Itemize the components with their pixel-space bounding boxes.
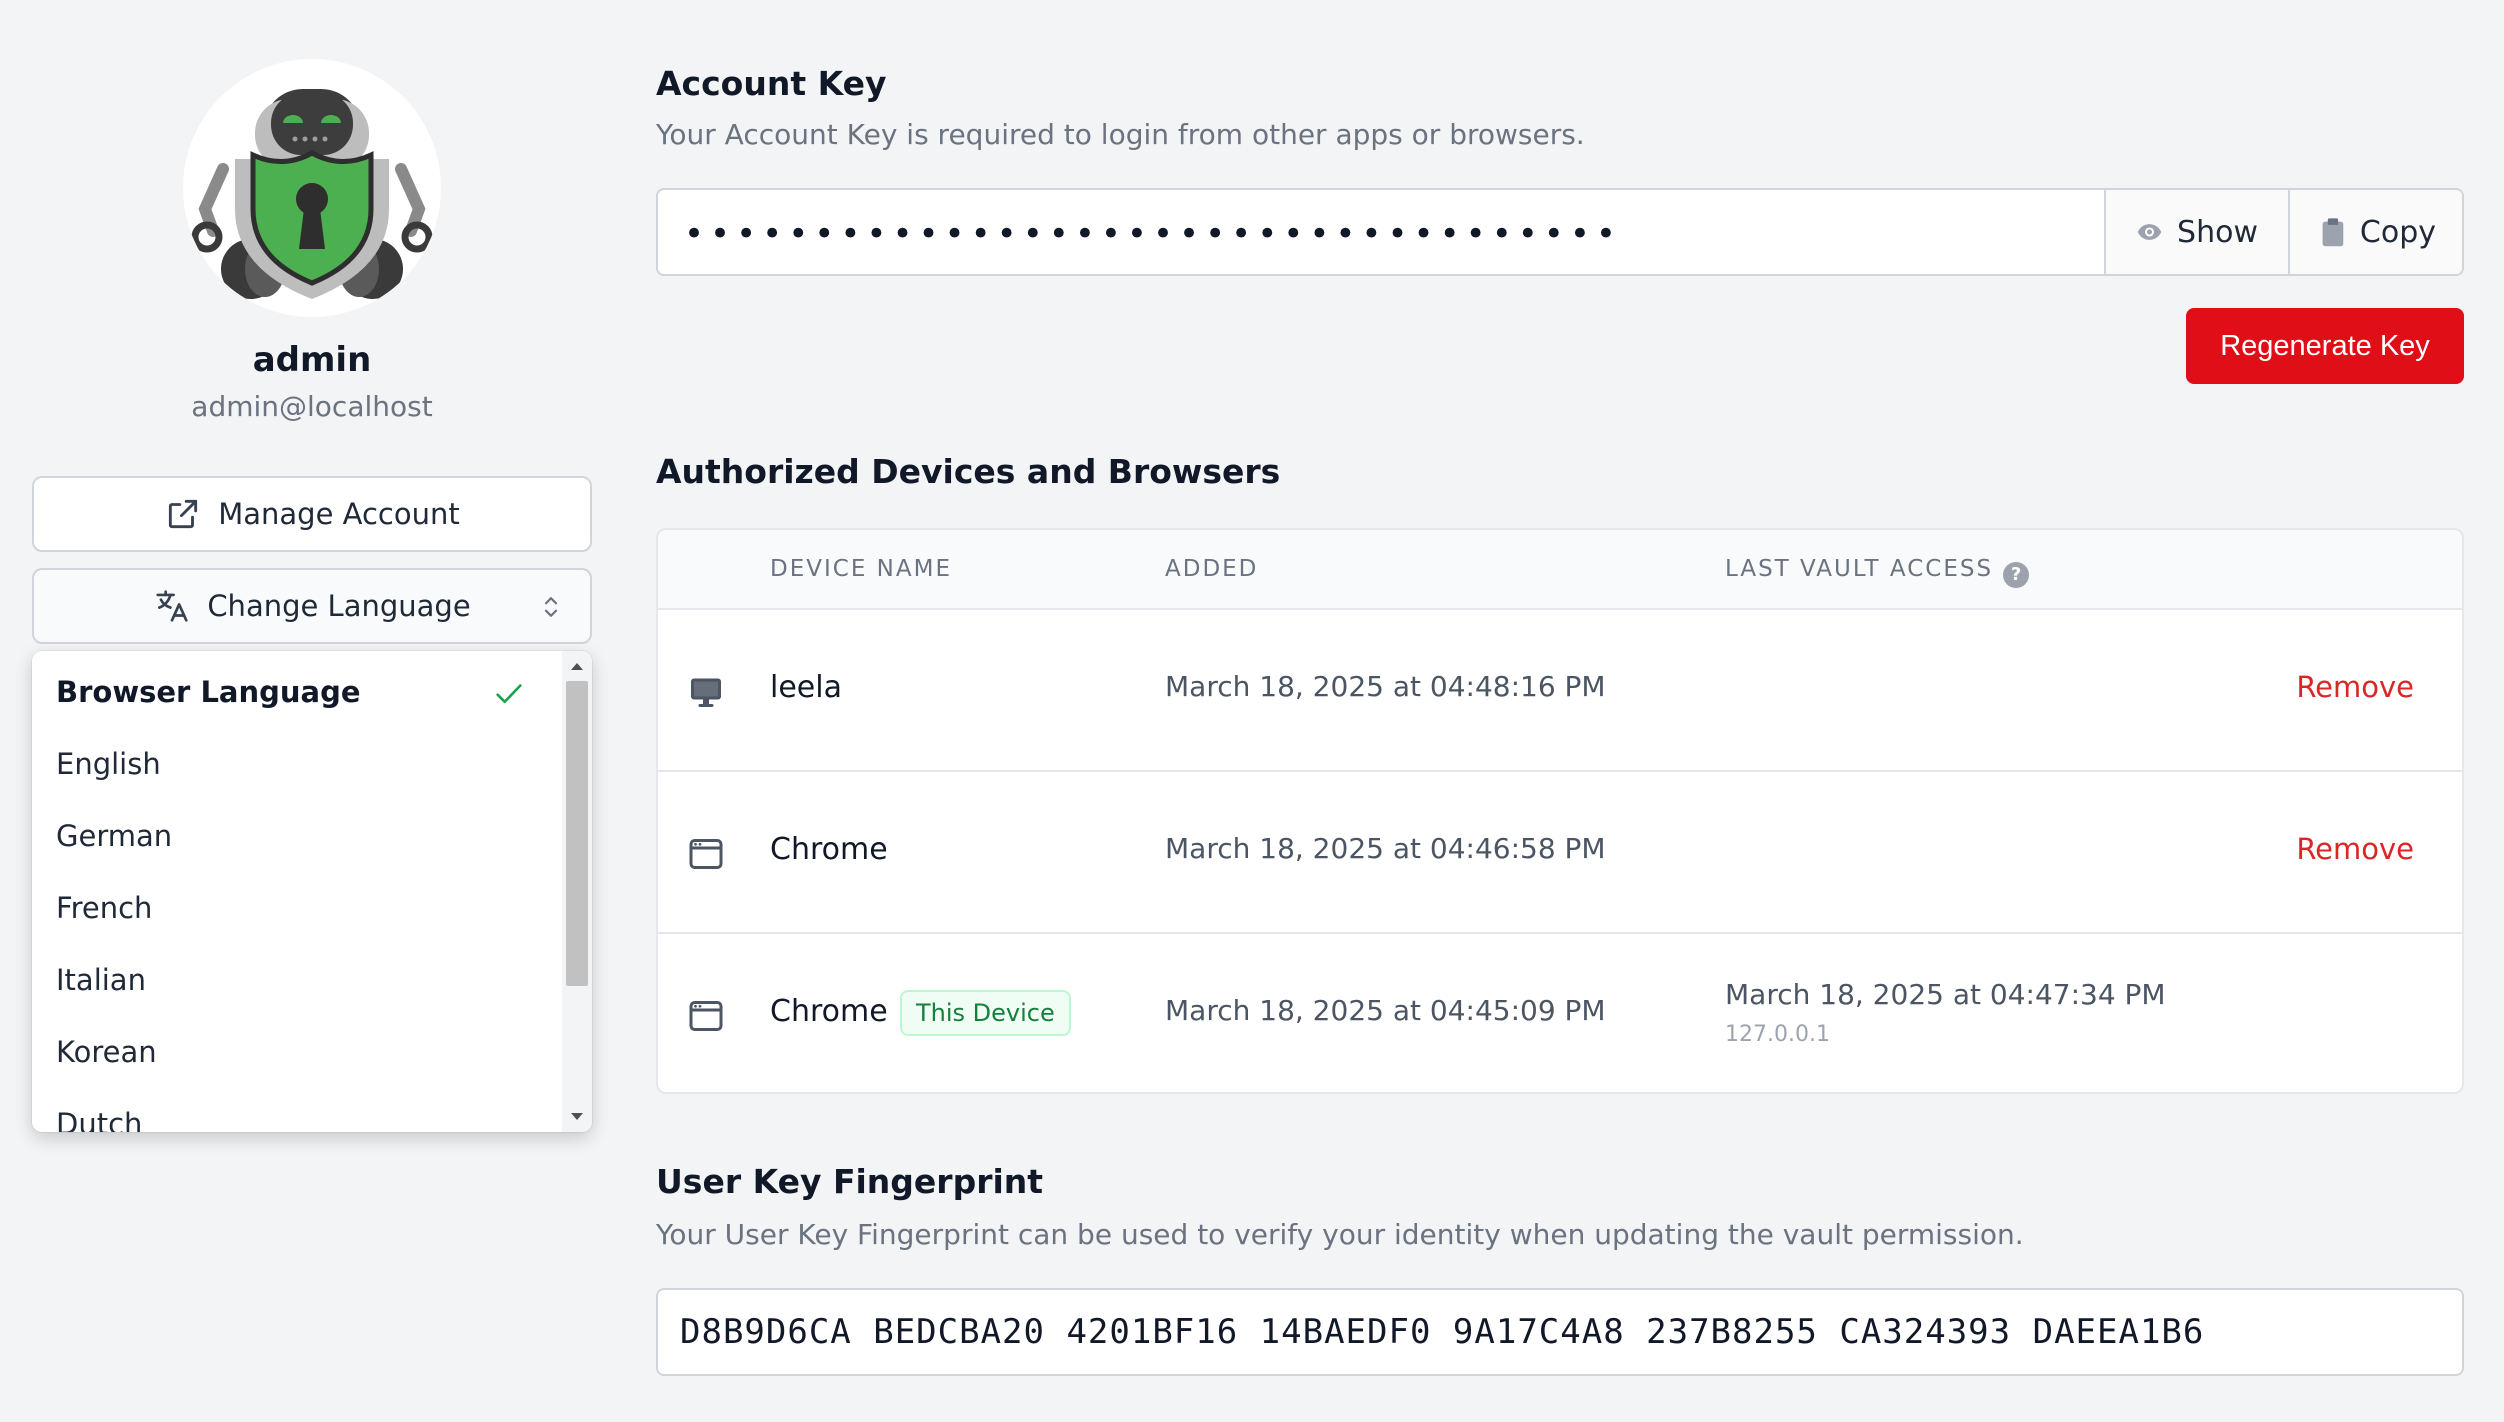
device-ip-address: 127.0.0.1 (1725, 1022, 1830, 1047)
column-header-last-vault-access-label: LAST VAULT ACCESS (1725, 556, 1994, 582)
table-header: DEVICE NAME ADDED LAST VAULT ACCESS? (658, 530, 2462, 610)
device-name: leela (770, 670, 842, 705)
device-name: Chrome (770, 994, 888, 1029)
scrollbar-thumb[interactable] (566, 681, 588, 986)
language-dropdown-list[interactable]: Browser Language English German French I… (32, 651, 592, 1132)
account-key-masked-value: •••••••••••••••••••••••••••••••••••• (684, 214, 1622, 254)
fingerprint-description: Your User Key Fingerprint can be used to… (656, 1218, 2024, 1251)
robot-shield-logo-icon (191, 89, 433, 299)
language-option-french[interactable]: French (56, 891, 152, 925)
browser-window-icon (689, 1001, 723, 1031)
copy-key-button[interactable]: Copy (2288, 190, 2462, 274)
language-option-korean[interactable]: Korean (56, 1035, 157, 1069)
column-header-device-name: DEVICE NAME (770, 556, 952, 582)
manage-account-label: Manage Account (218, 497, 460, 531)
language-option-italian[interactable]: Italian (56, 963, 146, 997)
change-language-select[interactable]: Change Language (32, 568, 592, 644)
account-key-field[interactable]: •••••••••••••••••••••••••••••••••••• Sho… (656, 188, 2464, 276)
remove-device-button[interactable]: Remove (2296, 670, 2414, 704)
user-name: admin (252, 340, 372, 380)
this-device-badge: This Device (900, 990, 1071, 1036)
table-row: Chrome March 18, 2025 at 04:46:58 PM Rem… (658, 772, 2462, 934)
external-link-icon (169, 499, 198, 529)
scroll-up-arrow-icon[interactable] (571, 663, 583, 670)
device-name: Chrome (770, 832, 888, 867)
device-added: March 18, 2025 at 04:45:09 PM (1165, 994, 1606, 1027)
fingerprint-title: User Key Fingerprint (656, 1162, 1044, 1201)
column-header-added: ADDED (1165, 556, 1259, 582)
avatar (183, 59, 441, 317)
device-added: March 18, 2025 at 04:46:58 PM (1165, 832, 1606, 865)
language-option-english[interactable]: English (56, 747, 161, 781)
account-key-title: Account Key (656, 64, 887, 103)
change-language-label: Change Language (207, 589, 471, 623)
help-icon[interactable]: ? (2003, 562, 2030, 588)
manage-account-button[interactable]: Manage Account (32, 476, 592, 552)
account-key-description: Your Account Key is required to login fr… (656, 118, 1585, 151)
devices-table: DEVICE NAME ADDED LAST VAULT ACCESS? lee… (656, 528, 2464, 1094)
show-key-label: Show (2177, 214, 2258, 250)
scroll-down-arrow-icon[interactable] (571, 1113, 583, 1120)
fingerprint-value[interactable]: D8B9D6CA BEDCBA20 4201BF16 14BAEDF0 9A17… (656, 1288, 2464, 1376)
regenerate-key-button[interactable]: Regenerate Key (2186, 308, 2464, 384)
language-option-german[interactable]: German (56, 819, 172, 853)
checkmark-icon (496, 684, 522, 704)
language-option-dutch[interactable]: Dutch (56, 1107, 142, 1132)
page: admin admin@localhost Manage Account Cha… (0, 0, 2504, 1422)
table-row: Chrome This Device March 18, 2025 at 04:… (658, 934, 2462, 1092)
user-email: admin@localhost (191, 390, 433, 423)
browser-window-icon (689, 839, 723, 869)
eye-icon (2137, 224, 2162, 240)
copy-key-label: Copy (2359, 214, 2436, 250)
device-added: March 18, 2025 at 04:48:16 PM (1165, 670, 1606, 703)
clipboard-icon (2322, 218, 2344, 247)
device-last-access: March 18, 2025 at 04:47:34 PM (1725, 978, 2166, 1011)
column-header-last-vault-access: LAST VAULT ACCESS? (1725, 556, 2030, 588)
dropdown-scrollbar[interactable] (562, 651, 592, 1132)
desktop-icon (691, 678, 721, 707)
show-key-button[interactable]: Show (2104, 190, 2288, 274)
table-row: leela March 18, 2025 at 04:48:16 PM Remo… (658, 610, 2462, 772)
chevron-up-down-icon (544, 597, 558, 617)
devices-title: Authorized Devices and Browsers (656, 452, 1281, 491)
remove-device-button[interactable]: Remove (2296, 832, 2414, 866)
language-option-browser[interactable]: Browser Language (56, 675, 361, 709)
translate-icon (156, 590, 188, 622)
